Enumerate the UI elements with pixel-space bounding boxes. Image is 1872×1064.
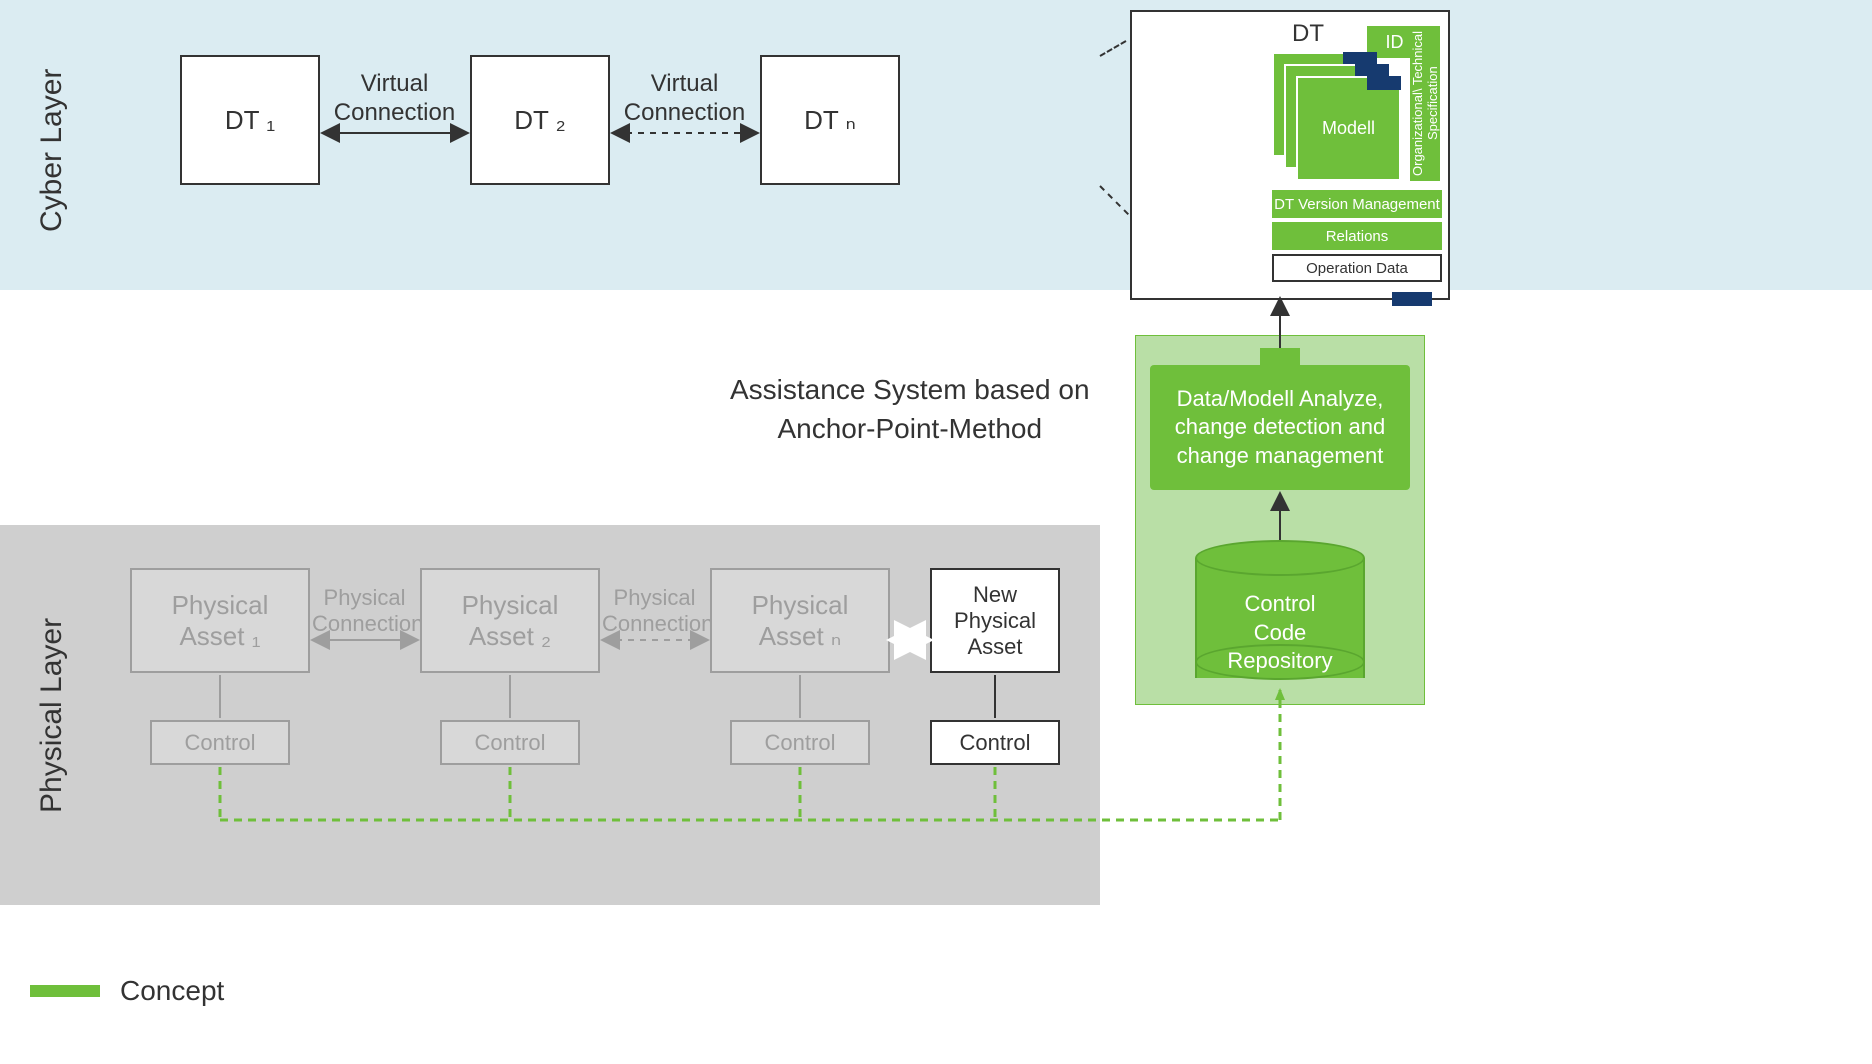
analyze-box: Data/Modell Analyze, change detection an… (1150, 365, 1410, 490)
dt-1-label: DT ₁ (225, 105, 275, 136)
dt-1-box: DT ₁ (180, 55, 320, 185)
new-physical-asset-box: NewPhysicalAsset (930, 568, 1060, 673)
control-n-box: Control (730, 720, 870, 765)
legend-text-concept: Concept (120, 975, 224, 1007)
dt-operation-data-box: Operation Data (1272, 254, 1442, 282)
physical-connection-1-label: PhysicalConnection (312, 585, 417, 638)
dt-version-management-box: DT Version Management (1272, 190, 1442, 218)
control-2-box: Control (440, 720, 580, 765)
new-control-box: Control (930, 720, 1060, 765)
legend: Concept (30, 975, 224, 1007)
physical-asset-n-box: PhysicalAsset ₙ (710, 568, 890, 673)
dt-relations-box: Relations (1272, 222, 1442, 250)
physical-connection-2-label: PhysicalConnection (602, 585, 707, 638)
dt-detail-card: DT ID Organizational\ Technical Specific… (1130, 10, 1450, 300)
physical-layer-label: Physical Layer (35, 590, 69, 840)
dt-2-label: DT ₂ (514, 105, 566, 136)
dt-detail-port (1392, 292, 1432, 306)
control-1-box: Control (150, 720, 290, 765)
assistance-system-title: Assistance System based on Anchor-Point-… (730, 370, 1090, 448)
control-code-repository: Control Code Repository (1195, 540, 1365, 680)
dt-n-label: DT ₙ (804, 105, 856, 136)
cyber-layer-label: Cyber Layer (35, 60, 69, 240)
legend-swatch-concept (30, 985, 100, 997)
dt-spec-box: Organizational\ Technical Specification (1410, 26, 1440, 181)
modell-card-front: Modell (1296, 76, 1401, 181)
virtual-connection-1-label: Virtual Connection (322, 70, 467, 128)
physical-asset-2-box: PhysicalAsset ₂ (420, 568, 600, 673)
virtual-connection-2-label: Virtual Connection (612, 70, 757, 128)
modell-stack: Modell (1272, 52, 1402, 182)
physical-asset-1-box: PhysicalAsset ₁ (130, 568, 310, 673)
dt-n-box: DT ₙ (760, 55, 900, 185)
analyze-box-tab (1260, 348, 1300, 366)
dt-detail-title: DT (1292, 20, 1324, 48)
dt-2-box: DT ₂ (470, 55, 610, 185)
